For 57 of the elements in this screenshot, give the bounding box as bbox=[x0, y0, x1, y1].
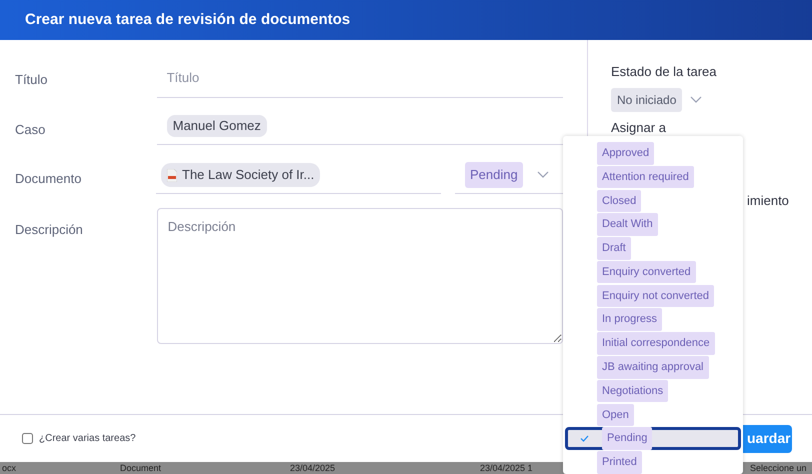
table-cell-text: ocx bbox=[1, 463, 18, 473]
case-chip: Manuel Gomez bbox=[166, 115, 267, 137]
dropdown-option[interactable]: Pending bbox=[565, 427, 741, 450]
table-cell-text: 23/04/2025 1 bbox=[479, 463, 534, 473]
case-field[interactable]: Manuel Gomez bbox=[156, 108, 563, 145]
description-field[interactable]: Descripción bbox=[156, 208, 563, 344]
dropdown-option[interactable]: Enquiry converted bbox=[563, 260, 743, 284]
dropdown-option[interactable]: Attention required bbox=[563, 166, 743, 189]
table-cell-text: 23/04/2025 bbox=[290, 463, 336, 473]
dropdown-option[interactable]: Initial correspondence bbox=[563, 332, 743, 355]
chevron-down-icon bbox=[536, 171, 549, 179]
pdf-file-icon bbox=[167, 168, 177, 182]
status-chip: Approved bbox=[597, 142, 654, 165]
title-field[interactable]: Título bbox=[156, 58, 563, 98]
dropdown-option[interactable]: JB awaiting approval bbox=[563, 356, 743, 379]
field-label: Documento bbox=[15, 170, 82, 188]
status-chip: Enquiry converted bbox=[597, 260, 696, 284]
status-chip: Pending bbox=[465, 162, 523, 188]
checkbox-label: ¿Crear varias tareas? bbox=[39, 432, 136, 446]
check-icon bbox=[580, 435, 589, 442]
status-chip: Initial correspondence bbox=[597, 332, 715, 355]
table-cell-text: Seleccione un bbox=[749, 463, 807, 473]
table-cell-text: Document bbox=[120, 463, 162, 473]
chevron-down-icon bbox=[690, 96, 702, 104]
field-label: imiento bbox=[747, 192, 789, 210]
status-chip: In progress bbox=[597, 308, 662, 331]
task-status-select[interactable]: No iniciado bbox=[611, 88, 702, 112]
dropdown-option[interactable]: Dealt With bbox=[563, 213, 743, 236]
checkbox[interactable] bbox=[22, 433, 33, 444]
status-chip: Closed bbox=[597, 190, 642, 212]
dropdown-option[interactable]: Closed bbox=[563, 190, 743, 212]
status-select[interactable]: Pending bbox=[455, 157, 563, 194]
dropdown-option[interactable]: Enquiry not converted bbox=[563, 284, 743, 308]
status-chip: Negotiations bbox=[597, 380, 668, 402]
status-chip: Dealt With bbox=[597, 213, 658, 236]
field-label: Caso bbox=[15, 121, 46, 139]
field-label: Asignar a bbox=[611, 118, 667, 137]
status-chip: JB awaiting approval bbox=[597, 356, 709, 379]
dropdown-option[interactable]: Negotiations bbox=[563, 380, 743, 402]
dropdown-option[interactable]: Draft bbox=[563, 237, 743, 260]
document-field[interactable]: The Law Society of Ir... bbox=[156, 157, 441, 194]
dropdown-option[interactable]: Approved bbox=[563, 142, 743, 165]
dropdown-option[interactable]: In progress bbox=[563, 308, 743, 332]
field-label: Estado de la tarea bbox=[611, 63, 718, 81]
status-chip: Pending bbox=[602, 427, 652, 450]
dialog-title: Crear nueva tarea de revisión de documentos bbox=[25, 10, 350, 30]
dropdown-option[interactable]: Printed bbox=[563, 451, 743, 474]
status-chip: Printed bbox=[597, 451, 642, 474]
status-chip: Enquiry not converted bbox=[597, 284, 714, 308]
document-chip: The Law Society of Ir... bbox=[161, 163, 320, 187]
field-label: Título bbox=[15, 71, 49, 89]
dropdown-option[interactable]: Open bbox=[563, 403, 743, 426]
status-chip: Open bbox=[597, 404, 634, 426]
status-chip: No iniciado bbox=[611, 88, 682, 112]
status-chip: Draft bbox=[597, 237, 631, 260]
status-chip: Attention required bbox=[597, 166, 694, 188]
field-label: Descripción bbox=[15, 221, 84, 239]
